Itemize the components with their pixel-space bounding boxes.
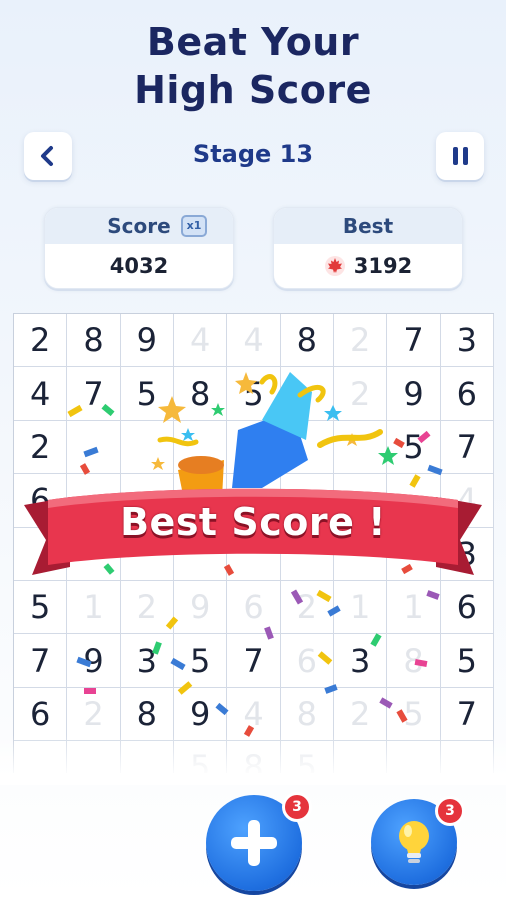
headline-line-1: Beat Your: [146, 20, 360, 64]
grid-cell[interactable]: 7: [227, 634, 281, 688]
grid-fade: [0, 735, 506, 785]
best-label: Best: [274, 208, 462, 244]
grid-cell[interactable]: 2: [67, 687, 121, 742]
grid-cell[interactable]: 8: [280, 687, 334, 742]
grid-cell[interactable]: [280, 420, 334, 475]
grid-cell[interactable]: 1: [67, 580, 121, 635]
grid-cell[interactable]: 4: [227, 687, 281, 742]
multiplier-badge: x1: [181, 215, 207, 237]
grid-cell[interactable]: 5: [173, 634, 228, 688]
grid-cell[interactable]: 2: [333, 687, 388, 742]
score-card: Score x1 4032: [44, 207, 234, 289]
grid-cell[interactable]: 5: [440, 634, 494, 688]
best-value: 3192: [353, 254, 413, 278]
add-count-badge: 3: [282, 792, 312, 822]
grid-cell[interactable]: [333, 420, 388, 475]
grid-cell[interactable]: 3: [120, 634, 174, 688]
best-score-banner-text: Best Score !: [120, 500, 386, 544]
grid-cell[interactable]: 9: [173, 687, 228, 742]
grid-cell[interactable]: 3: [333, 634, 388, 688]
grid-cell[interactable]: 6: [14, 687, 68, 742]
headline: Beat Your High Score: [0, 18, 506, 114]
grid-cell[interactable]: 8: [387, 634, 441, 688]
grid-cell[interactable]: 9: [173, 580, 228, 635]
headline-line-2: High Score: [134, 68, 372, 112]
plus-icon: [231, 820, 277, 866]
grid-cell[interactable]: 4: [14, 367, 68, 421]
grid-cell[interactable]: 2: [280, 580, 334, 635]
grid-cell[interactable]: 2: [14, 314, 68, 368]
grid-cell[interactable]: 7: [440, 420, 494, 475]
grid-cell[interactable]: 4: [227, 314, 281, 368]
grid-cell[interactable]: [280, 367, 334, 421]
grid-cell[interactable]: 9: [67, 634, 121, 688]
grid-cell[interactable]: 8: [280, 314, 334, 368]
stage-label: Stage 13: [192, 140, 314, 168]
score-label: Score: [107, 214, 171, 238]
grid-cell[interactable]: 2: [14, 420, 68, 475]
pause-button[interactable]: [436, 132, 484, 180]
grid-cell[interactable]: 2: [333, 367, 388, 421]
lightbulb-icon: [399, 821, 429, 863]
grid-cell[interactable]: [120, 420, 174, 475]
hint-count-badge: 3: [435, 796, 465, 826]
grid-cell[interactable]: 9: [120, 314, 174, 368]
grid-cell[interactable]: 6: [440, 367, 494, 421]
grid-cell[interactable]: 4: [173, 314, 228, 368]
grid-cell[interactable]: 9: [387, 367, 441, 421]
grid-cell[interactable]: 5: [120, 367, 174, 421]
grid-cell[interactable]: 1: [387, 580, 441, 635]
grid-cell[interactable]: 7: [440, 687, 494, 742]
grid-cell[interactable]: 6: [440, 580, 494, 635]
grid-cell[interactable]: 5: [387, 420, 441, 475]
grid-cell[interactable]: 5: [14, 580, 68, 635]
grid-cell[interactable]: 5: [387, 687, 441, 742]
grid-cell[interactable]: 7: [14, 634, 68, 688]
grid-cell[interactable]: 8: [67, 314, 121, 368]
maple-leaf-icon: [324, 256, 345, 276]
grid-cell[interactable]: [227, 420, 281, 475]
grid-cell[interactable]: 3: [440, 314, 494, 368]
grid-cell[interactable]: 8: [173, 367, 228, 421]
grid-cell[interactable]: 5: [227, 367, 281, 421]
grid-cell[interactable]: 7: [387, 314, 441, 368]
score-value: 4032: [109, 254, 169, 278]
grid-cell[interactable]: [173, 420, 228, 475]
grid-cell[interactable]: 8: [120, 687, 174, 742]
grid-cell[interactable]: 1: [333, 580, 388, 635]
best-score-card: Best 3192: [273, 207, 463, 289]
grid-cell[interactable]: 2: [333, 314, 388, 368]
grid-cell[interactable]: 6: [280, 634, 334, 688]
grid-cell[interactable]: 2: [120, 580, 174, 635]
grid-cell[interactable]: 6: [227, 580, 281, 635]
grid-cell[interactable]: 7: [67, 367, 121, 421]
top-bar: Stage 13: [0, 132, 506, 182]
pause-icon: [452, 147, 468, 165]
grid-cell[interactable]: [67, 420, 121, 475]
